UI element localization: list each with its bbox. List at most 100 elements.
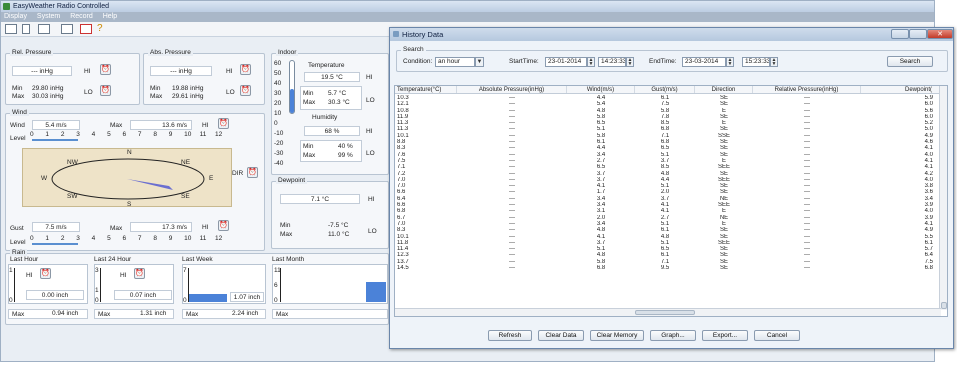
search-legend: Search — [401, 46, 426, 53]
close-button[interactable]: ✕ — [927, 29, 953, 39]
refresh-button[interactable]: Refresh — [488, 330, 532, 341]
abs-lo-alarm-icon[interactable]: ⏰ — [240, 85, 251, 96]
horizontal-scroll-thumb[interactable] — [635, 310, 695, 315]
start-time-field[interactable]: 14:23:33 — [598, 57, 626, 67]
dir-label: DIR — [232, 170, 244, 177]
abs-pressure-value: --- inHg — [150, 66, 212, 76]
col-gust[interactable]: Gust(m/s) — [635, 86, 695, 93]
start-date-spinner[interactable]: ▲ ▼ — [587, 57, 595, 67]
rain-24h-axis — [100, 268, 101, 302]
wind-compass: N S W E NW NE SW SE — [22, 148, 232, 208]
menu-system[interactable]: System — [37, 13, 60, 20]
rain-24h-axis-bottom: 0 — [95, 297, 99, 304]
indoor-scale-label: 30 — [274, 90, 282, 97]
maximize-button[interactable] — [909, 29, 927, 39]
rain-month-max-box: Max — [272, 309, 388, 319]
end-time-label: EndTime: — [649, 58, 677, 65]
table-header: Temperature(°C) Absolute Pressure(inHg) … — [395, 86, 941, 94]
graph-button[interactable]: Graph... — [650, 330, 696, 341]
graph-icon[interactable] — [38, 24, 50, 34]
clear-data-button[interactable]: Clear Data — [538, 330, 584, 341]
dew-min-value: -7.5 °C — [328, 222, 349, 229]
clear-memory-button[interactable]: Clear Memory — [590, 330, 644, 341]
indoor-temp-value: 19.5 °C — [304, 72, 360, 82]
monitor-icon[interactable] — [5, 24, 17, 34]
window-icon[interactable] — [61, 24, 73, 34]
rain-last-hour-label: Last Hour — [10, 256, 39, 263]
wind-alarm-icon[interactable]: ⏰ — [218, 118, 229, 129]
rel-hi-alarm-icon[interactable]: ⏰ — [100, 64, 111, 75]
col-abs-pressure[interactable]: Absolute Pressure(inHg) — [457, 86, 567, 93]
indoor-legend: Indoor — [276, 49, 299, 56]
rel-max-value: 30.03 inHg — [32, 93, 64, 100]
minimize-button[interactable] — [891, 29, 909, 39]
compass-needle — [127, 179, 173, 190]
wind-level-scale: 0 1 2 3 4 5 6 7 8 9 10 11 12 — [30, 131, 222, 141]
rain-hour-axis — [14, 268, 15, 302]
rain-week-max-label: Max — [186, 311, 199, 318]
menu-record[interactable]: Record — [70, 13, 93, 20]
rain-24h-value: 0.07 inch — [114, 290, 172, 300]
cancel-button[interactable]: Cancel — [754, 330, 800, 341]
indoor-min-label: Min — [303, 90, 314, 97]
menu-display[interactable]: Display — [4, 13, 27, 20]
gust-alarm-icon[interactable]: ⏰ — [218, 220, 229, 231]
rain-month-axis-top: 11 — [274, 267, 281, 274]
col-direction[interactable]: Direction — [695, 86, 753, 93]
rain-hour-alarm-icon[interactable]: ⏰ — [40, 268, 51, 279]
gust-level-scale: 0 1 2 3 4 5 6 7 8 9 10 11 12 — [30, 235, 222, 245]
rel-min-value: 29.80 inHg — [32, 85, 64, 92]
help-icon[interactable]: ? — [97, 24, 106, 34]
menu-help[interactable]: Help — [103, 13, 117, 20]
vertical-scrollbar[interactable] — [939, 86, 947, 310]
rel-lo-alarm-icon[interactable]: ⏰ — [100, 85, 111, 96]
col-wind[interactable]: Wind(m/s) — [567, 86, 635, 93]
end-time-field[interactable]: 15:23:33 — [742, 57, 770, 67]
end-date-field[interactable]: 23-03-2014 — [682, 57, 726, 67]
level-tick-label: 0 — [30, 131, 34, 138]
col-rel-pressure[interactable]: Relative Pressure(inHg) — [753, 86, 861, 93]
rain-month-bar — [366, 282, 386, 302]
rain-hour-value: 0.00 inch — [26, 290, 84, 300]
col-temperature[interactable]: Temperature(°C) — [395, 86, 457, 93]
level-tick-label: 1 — [45, 235, 50, 242]
level-tick-label: 8 — [153, 235, 157, 242]
wind-value: 5.4 m/s — [32, 120, 80, 130]
dewpoint-panel: Dewpoint 7.1 °C HI Min -7.5 °C Max 11.0 … — [271, 177, 389, 249]
level-tick-label: 6 — [122, 235, 127, 242]
export-button[interactable]: Export... — [702, 330, 748, 341]
level-tick-label: 4 — [91, 235, 96, 242]
level-tick-label: 8 — [153, 131, 157, 138]
history-icon[interactable] — [22, 24, 30, 34]
level-tick-label: 7 — [137, 235, 142, 242]
col-dewpoint[interactable]: Dewpoint( — [861, 86, 941, 93]
abs-max-label: Max — [150, 93, 163, 100]
indoor-humidity-hi: HI — [366, 128, 373, 135]
compass-ne: NE — [181, 159, 191, 166]
start-time-spinner[interactable]: ▲ ▼ — [626, 57, 634, 67]
rain-24h-alarm-icon[interactable]: ⏰ — [134, 268, 145, 279]
level-bar — [32, 139, 79, 141]
chevron-down-icon[interactable]: ▼ — [475, 57, 484, 67]
dialog-app-icon — [393, 31, 399, 37]
horizontal-scrollbar[interactable] — [395, 308, 941, 316]
abs-pressure-lo: LO — [226, 89, 235, 96]
rain-week-axis-top: 7 — [183, 267, 187, 274]
table-cell: --- — [509, 265, 515, 272]
level-tick-label: 12 — [215, 131, 223, 138]
search-button[interactable]: Search — [887, 56, 933, 67]
level-tick-label: 5 — [107, 131, 111, 138]
alarm-icon[interactable] — [80, 24, 92, 34]
vertical-scroll-thumb[interactable] — [941, 302, 947, 309]
end-time-spinner[interactable]: ▲ ▼ — [770, 57, 778, 67]
condition-select[interactable]: an hour — [435, 57, 475, 67]
compass-se: SE — [181, 193, 190, 200]
end-date-spinner[interactable]: ▲ ▼ — [726, 57, 734, 67]
indoor-scale-label: 60 — [274, 60, 282, 67]
dir-alarm-icon[interactable]: ⏰ — [247, 167, 258, 178]
abs-hi-alarm-icon[interactable]: ⏰ — [240, 64, 251, 75]
start-date-field[interactable]: 23-01-2014 — [545, 57, 587, 67]
rain-month-axis-mid: 6 — [274, 282, 278, 289]
table-row[interactable]: 14.5 --- 6.8 9.5 SE --- 6.8 — [395, 265, 941, 271]
search-group: Search Condition: an hour ▼ StartTime: 2… — [396, 46, 948, 72]
